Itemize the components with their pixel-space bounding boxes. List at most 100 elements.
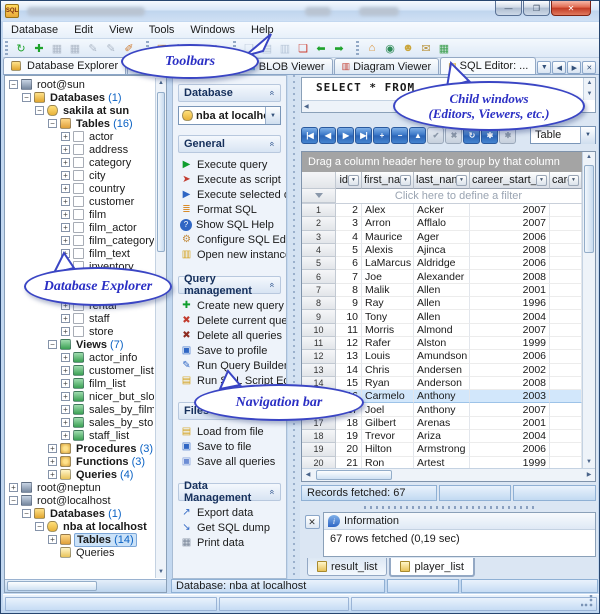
expand-icon[interactable]: + xyxy=(61,145,70,154)
cell-id[interactable]: 7 xyxy=(336,270,362,284)
cell-first_name[interactable]: Chris xyxy=(362,363,414,377)
cell-career_end_year[interactable] xyxy=(550,257,582,271)
row-indicator[interactable]: 20 xyxy=(302,456,336,468)
cell-id[interactable]: 5 xyxy=(336,243,362,258)
cell-career_start_year[interactable]: 1996 xyxy=(470,297,550,311)
table-row[interactable]: 9 10 Tony Allen 2004 xyxy=(302,310,582,324)
export-data-link[interactable]: ↗ Export data xyxy=(178,505,281,520)
home-icon[interactable]: ⌂ xyxy=(363,40,381,57)
cell-id[interactable]: 11 xyxy=(336,323,362,337)
cell-last_name[interactable]: Afflalo xyxy=(414,217,470,231)
user-account-icon[interactable]: ☻ xyxy=(399,40,417,57)
expand-icon[interactable]: + xyxy=(61,405,70,414)
tab-scroll-left-button[interactable]: ◀ xyxy=(552,61,567,74)
cell-career_start_year[interactable]: 2008 xyxy=(470,243,550,258)
cell-first_name[interactable]: Ray xyxy=(362,297,414,311)
table-row[interactable]: 12 13 Louis Amundson 2006 xyxy=(302,350,582,364)
cell-last_name[interactable]: Almond xyxy=(414,323,470,337)
expand-icon[interactable]: + xyxy=(61,314,70,323)
cell-last_name[interactable]: Ager xyxy=(414,230,470,244)
tree-item-databases[interactable]: − Databases (1) xyxy=(5,507,154,520)
get-sql-dump-link[interactable]: ↘ Get SQL dump xyxy=(178,520,281,535)
row-indicator[interactable]: 11 xyxy=(302,336,336,351)
load-from-file-link[interactable]: ▤ Load from file xyxy=(178,424,281,439)
execute-as-script-link[interactable]: ➤ Execute as script xyxy=(178,172,281,187)
scroll-down-icon[interactable]: ▼ xyxy=(584,89,595,100)
collapse-icon[interactable]: − xyxy=(35,106,44,115)
row-indicator[interactable]: 6 xyxy=(302,270,336,284)
scroll-right-icon[interactable]: ▶ xyxy=(583,469,595,481)
minimize-button[interactable]: — xyxy=(495,1,522,16)
scroll-up-icon[interactable]: ▲ xyxy=(583,152,595,163)
collapse-icon[interactable]: − xyxy=(48,119,57,128)
cell-first_name[interactable]: Malik xyxy=(362,283,414,298)
scroll-up-icon[interactable]: ▲ xyxy=(156,78,166,89)
configure-sql-editor-link[interactable]: ⚙ Configure SQL Editor xyxy=(178,232,286,247)
table-row[interactable]: 2 3 Arron Afflalo 2007 xyxy=(302,217,582,231)
tree-item-film-category[interactable]: + film_category xyxy=(5,234,154,247)
cell-career_start_year[interactable]: 2001 xyxy=(470,283,550,298)
cell-last_name[interactable]: Allen xyxy=(414,283,470,298)
scroll-down-icon[interactable]: ▼ xyxy=(156,567,166,578)
cell-id[interactable]: 14 xyxy=(336,363,362,377)
expand-icon[interactable]: + xyxy=(61,327,70,336)
collapse-chevron-icon[interactable]: « xyxy=(267,282,277,287)
expand-icon[interactable]: + xyxy=(48,457,57,466)
tree-item-staff[interactable]: + staff xyxy=(5,312,154,325)
expand-icon[interactable]: + xyxy=(61,210,70,219)
column-header-first_name[interactable]: first_name▼ xyxy=(362,172,414,189)
cell-career_start_year[interactable]: 2004 xyxy=(470,310,550,324)
table-row[interactable]: 18 19 Trevor Ariza 2004 xyxy=(302,430,582,444)
cell-first_name[interactable]: Louis xyxy=(362,350,414,364)
expand-icon[interactable]: + xyxy=(61,392,70,401)
cell-career_end_year[interactable] xyxy=(550,376,582,391)
tree-item-root-localhost[interactable]: − root@localhost xyxy=(5,494,154,507)
cell-career_end_year[interactable] xyxy=(550,270,582,284)
cell-career_start_year[interactable]: 2006 xyxy=(470,350,550,364)
cell-last_name[interactable]: Aldridge xyxy=(414,257,470,271)
collapse-icon[interactable]: − xyxy=(9,496,18,505)
cell-first_name[interactable]: Trevor xyxy=(362,430,414,444)
close-info-button[interactable]: ✕ xyxy=(304,515,320,529)
cell-first_name[interactable]: Gilbert xyxy=(362,416,414,431)
cell-career_end_year[interactable] xyxy=(550,416,582,431)
row-indicator[interactable]: 1 xyxy=(302,204,336,218)
mail-icon[interactable]: ✉ xyxy=(417,40,435,57)
format-sql-link[interactable]: ≣ Format SQL xyxy=(178,202,281,217)
expand-icon[interactable]: + xyxy=(48,470,57,479)
database-combo[interactable]: nba at localhost▼ xyxy=(178,106,281,125)
cell-career_start_year[interactable]: 2007 xyxy=(470,323,550,337)
collapse-icon[interactable]: − xyxy=(22,93,31,102)
tree-item-root-neptun[interactable]: + root@neptun xyxy=(5,481,154,494)
column-filter-dropdown-icon[interactable]: ▼ xyxy=(400,174,411,186)
cell-first_name[interactable]: LaMarcus xyxy=(362,257,414,271)
cell-career_start_year[interactable]: 2007 xyxy=(470,403,550,417)
cell-career_end_year[interactable] xyxy=(550,456,582,468)
navbar-splitter[interactable] xyxy=(288,75,300,579)
info-splitter[interactable] xyxy=(301,503,596,511)
cell-career_end_year[interactable] xyxy=(550,217,582,231)
column-header-career_start_year[interactable]: career_start_year▼ xyxy=(470,172,550,189)
table-row[interactable]: 6 7 Joe Alexander 2008 xyxy=(302,270,582,284)
cell-career_end_year[interactable] xyxy=(550,403,582,417)
collapse-chevron-icon[interactable]: « xyxy=(267,90,277,95)
tree-item-queries[interactable]: Queries xyxy=(5,546,154,559)
cell-first_name[interactable]: Joe xyxy=(362,270,414,284)
column-filter-dropdown-icon[interactable]: ▼ xyxy=(568,174,579,186)
row-indicator[interactable]: 19 xyxy=(302,443,336,457)
tab-diagram-viewer[interactable]: ▥ Diagram Viewer xyxy=(333,58,440,74)
table-row[interactable]: 19 20 Hilton Armstrong 2006 xyxy=(302,443,582,457)
tree-item-procedures[interactable]: + Procedures (3) xyxy=(5,442,154,455)
cell-last_name[interactable]: Ariza xyxy=(414,430,470,444)
cell-last_name[interactable]: Anthony xyxy=(414,390,470,404)
cell-last_name[interactable]: Arenas xyxy=(414,416,470,431)
web-icon[interactable]: ◉ xyxy=(381,40,399,57)
grid-filter-row[interactable]: Click here to define a filter xyxy=(302,189,582,204)
collapse-chevron-icon[interactable]: « xyxy=(267,141,277,146)
section-header-general[interactable]: General « xyxy=(178,135,281,153)
tree-item-staff-list[interactable]: + staff_list xyxy=(5,429,154,442)
cell-id[interactable]: 8 xyxy=(336,283,362,298)
cell-first_name[interactable]: Hilton xyxy=(362,443,414,457)
cell-career_end_year[interactable] xyxy=(550,430,582,444)
tab-list-button[interactable]: ▼ xyxy=(537,61,552,74)
